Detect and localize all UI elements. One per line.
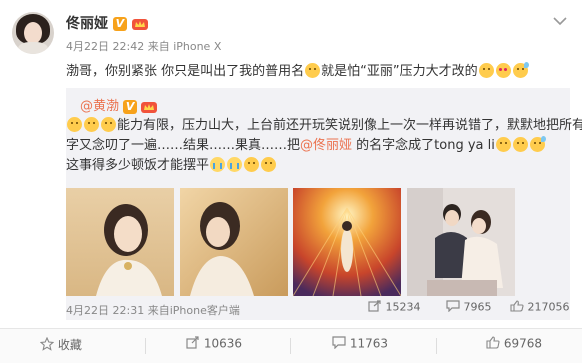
- repost-text-line1: 能力有限，压力山大，上台前还开玩笑说别像上一次一样再说错了，默默地把所有名: [117, 118, 582, 133]
- sweat-emoji-icon: [529, 136, 546, 152]
- tired-emoji-icon: [101, 117, 116, 132]
- heart-eyes-emoji-icon: [495, 63, 511, 78]
- repost-meta: 4月22日 22:31 来自iPhone客户端: [66, 302, 240, 318]
- sweat-emoji-icon: [512, 62, 529, 78]
- photo-thumbnail[interactable]: [180, 188, 288, 296]
- mention-link[interactable]: @佟丽娅: [300, 138, 352, 153]
- laugh-emoji-icon: [478, 63, 494, 78]
- grimace-emoji-icon: [495, 137, 511, 152]
- chevron-down-icon[interactable]: [552, 12, 568, 26]
- repost-text-line3: 这事得多少顿饭才能摆平: [66, 158, 210, 173]
- author-avatar[interactable]: [12, 12, 54, 54]
- repost-like-stat[interactable]: 217056: [510, 300, 570, 315]
- smile-emoji-icon: [261, 157, 277, 172]
- comment-count: 11763: [349, 336, 389, 351]
- tired-emoji-icon: [67, 117, 82, 132]
- comment-button[interactable]: 11763: [332, 336, 388, 352]
- post-time[interactable]: 4月22日 22:42: [66, 40, 144, 53]
- author-name[interactable]: 佟丽娅: [66, 16, 108, 32]
- repost-comment-count: 7965: [463, 300, 492, 314]
- comment-icon: [446, 300, 460, 315]
- repost-text-line2a: 字又念叨了一遍……结果……果真……把: [66, 138, 301, 153]
- repost-comment-stat[interactable]: 7965: [446, 300, 492, 315]
- post-text-part1: 渤哥，你别紧张 你只是叫出了我的普用名: [66, 64, 305, 79]
- crying-emoji-icon: [227, 157, 243, 172]
- like-button[interactable]: 69768: [486, 336, 542, 352]
- repost-share-stat[interactable]: 15234: [368, 300, 421, 315]
- share-icon: [186, 336, 200, 352]
- star-icon: [39, 336, 55, 354]
- repost-time[interactable]: 4月22日 22:31: [66, 304, 144, 317]
- repost-button[interactable]: 10636: [186, 336, 242, 352]
- crown-icon: [141, 100, 158, 114]
- repost-author[interactable]: @黄渤: [80, 99, 119, 114]
- post-text: 渤哥，你别紧张 你只是叫出了我的普用名 就是怕“亚丽”压力大才改的: [66, 62, 529, 82]
- like-count: 69768: [503, 336, 543, 351]
- tired-emoji-icon: [84, 117, 99, 132]
- favorite-button[interactable]: 收藏: [39, 336, 82, 354]
- repost-share-count: 15234: [385, 300, 421, 314]
- crying-emoji-icon: [210, 157, 226, 172]
- grimace-emoji-icon: [512, 137, 528, 152]
- thumbs-up-icon: [510, 300, 524, 315]
- repost-text-line2b: 的名字念成了tong ya li: [352, 138, 495, 153]
- smile-emoji-icon: [244, 157, 260, 172]
- verified-badge-icon: V: [112, 17, 127, 31]
- favorite-label: 收藏: [57, 338, 82, 352]
- repost-author-line: @黄渤 V: [80, 95, 158, 114]
- comment-icon: [332, 336, 346, 352]
- post-source: 来自 iPhone X: [147, 40, 222, 53]
- repost-source: 来自iPhone客户端: [147, 304, 240, 317]
- thumbs-up-icon: [486, 336, 500, 352]
- photo-thumbnail[interactable]: [66, 188, 174, 296]
- repost-text: 能力有限，压力山大，上台前还开玩笑说别像上一次一样再说错了，默默地把所有名 字又…: [66, 116, 582, 176]
- photo-thumbnail[interactable]: [407, 188, 515, 296]
- post-meta: 4月22日 22:42 来自 iPhone X: [66, 38, 221, 54]
- repost-count: 10636: [203, 336, 243, 351]
- crown-icon: [131, 17, 148, 31]
- share-icon: [368, 300, 382, 315]
- verified-badge-icon: V: [123, 99, 138, 114]
- author-line: 佟丽娅 V: [66, 13, 148, 33]
- tongue-emoji-icon: [305, 63, 321, 78]
- photo-thumbnail[interactable]: [293, 188, 401, 296]
- post-text-part2: 就是怕“亚丽”压力大才改的: [321, 64, 478, 79]
- repost-like-count: 217056: [527, 300, 570, 314]
